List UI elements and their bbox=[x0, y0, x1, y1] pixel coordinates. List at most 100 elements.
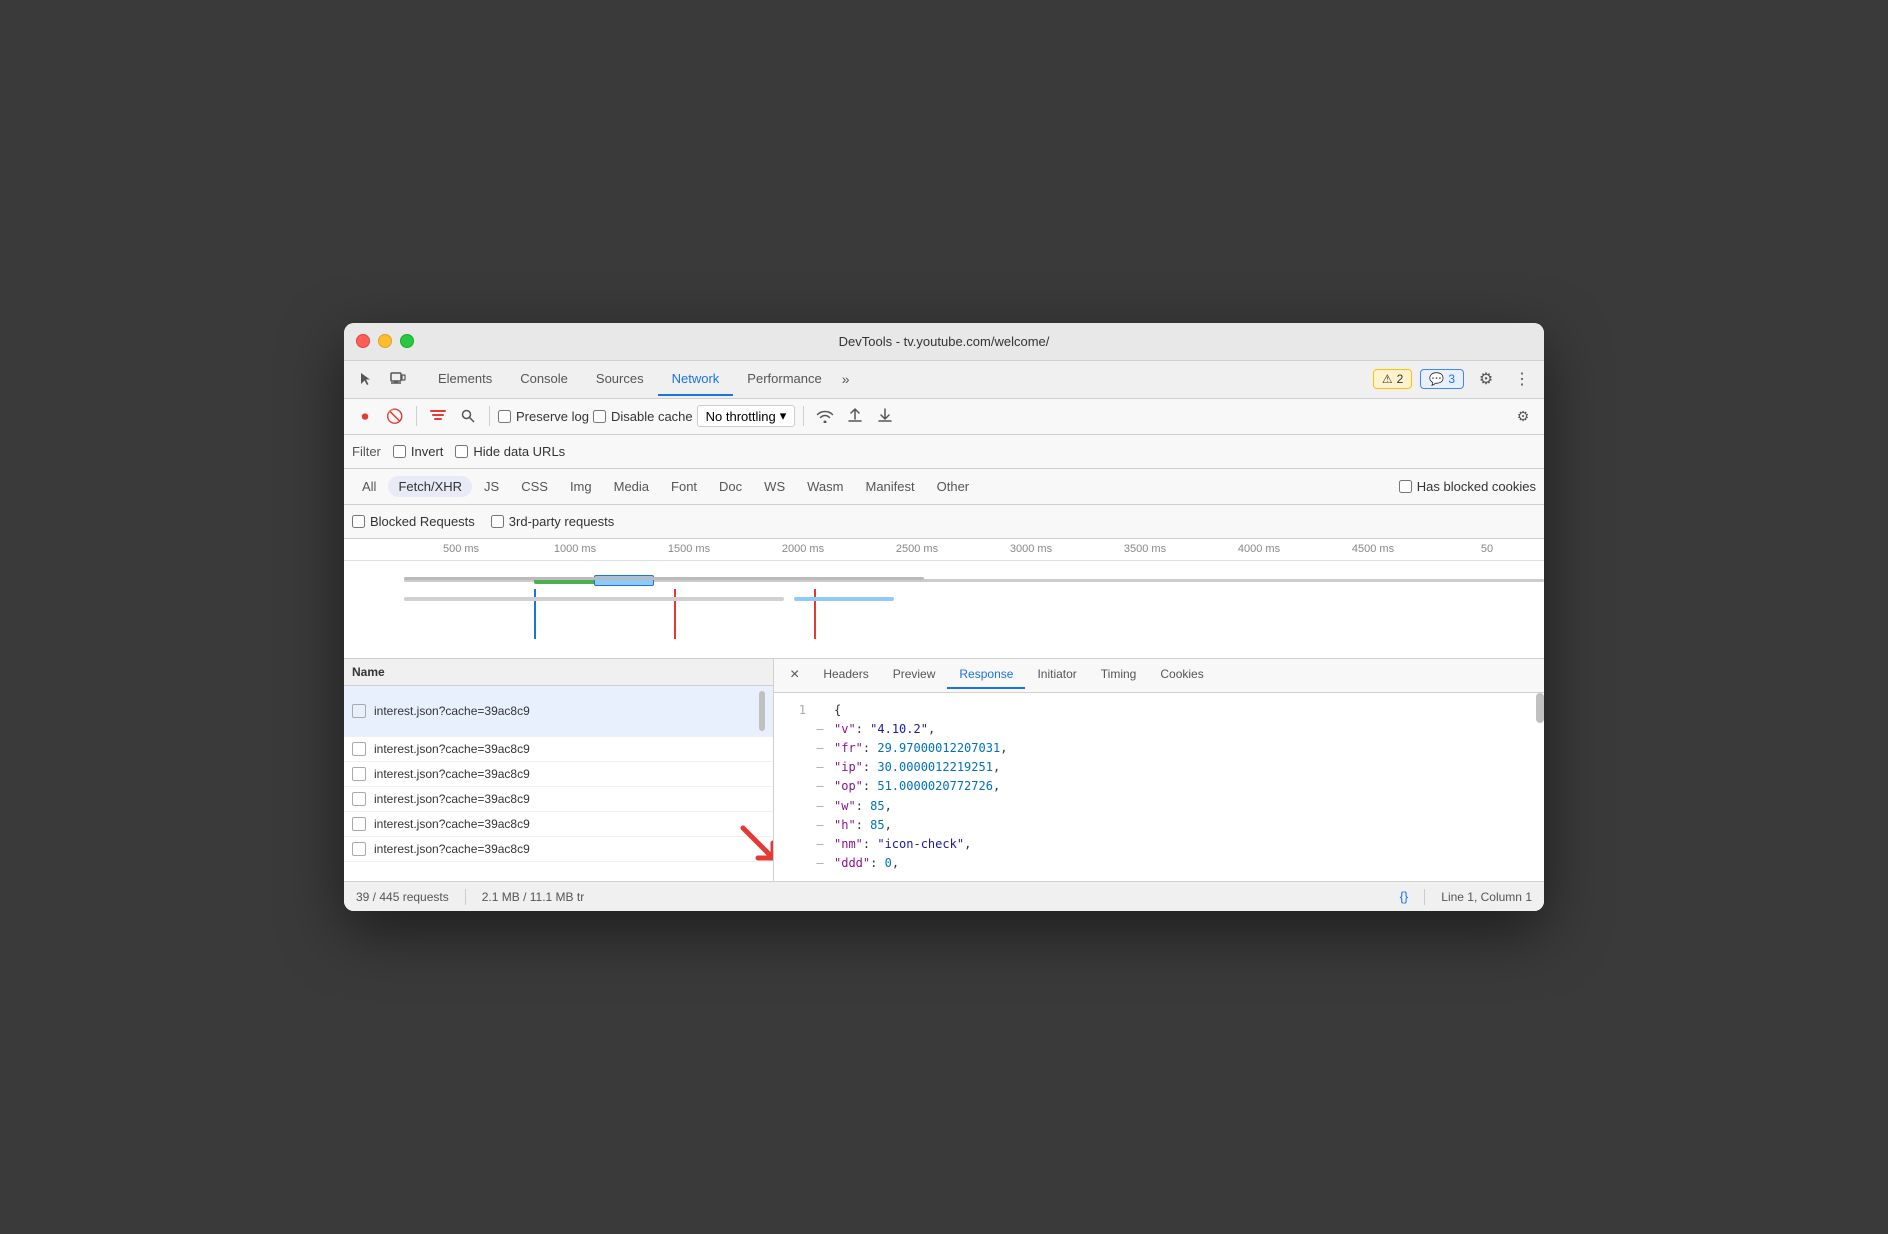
message-count: 3 bbox=[1448, 372, 1455, 386]
throttle-select[interactable]: No throttling ▾ bbox=[697, 405, 796, 427]
devtools-window: DevTools - tv.youtube.com/welcome/ bbox=[344, 323, 1544, 912]
filter-img[interactable]: Img bbox=[560, 476, 602, 497]
close-button[interactable] bbox=[356, 334, 370, 348]
code-line-h: – "h": 85, bbox=[786, 816, 1532, 835]
timeline-area[interactable]: 500 ms 1000 ms 1500 ms 2000 ms 2500 ms 3… bbox=[344, 539, 1544, 659]
file-checkbox-2[interactable] bbox=[352, 767, 366, 781]
code-line-1: 1 { bbox=[786, 701, 1532, 720]
third-party-checkbox[interactable]: 3rd-party requests bbox=[491, 514, 615, 529]
detail-tab-timing[interactable]: Timing bbox=[1089, 661, 1149, 689]
more-options-button[interactable]: ⋮ bbox=[1508, 365, 1536, 393]
warning-icon: ⚠ bbox=[1382, 372, 1393, 386]
filter-wasm[interactable]: Wasm bbox=[797, 476, 853, 497]
file-item-4[interactable]: interest.json?cache=39ac8c9 bbox=[344, 812, 773, 837]
upload-button[interactable] bbox=[842, 403, 868, 429]
file-list: Name interest.json?cache=39ac8c9 interes… bbox=[344, 659, 774, 882]
detail-tab-headers[interactable]: Headers bbox=[811, 661, 880, 689]
tab-performance[interactable]: Performance bbox=[733, 363, 835, 396]
tab-elements[interactable]: Elements bbox=[424, 363, 506, 396]
invert-input[interactable] bbox=[393, 445, 406, 458]
code-line-fr: – "fr": 29.97000012207031, bbox=[786, 739, 1532, 758]
wifi-button[interactable] bbox=[812, 403, 838, 429]
preserve-log-checkbox[interactable]: Preserve log bbox=[498, 409, 589, 424]
window-title: DevTools - tv.youtube.com/welcome/ bbox=[839, 334, 1050, 349]
maximize-button[interactable] bbox=[400, 334, 414, 348]
tab-console[interactable]: Console bbox=[506, 363, 582, 396]
response-content: 1 { – "v": "4.10.2", – "fr": 29.97000012… bbox=[774, 693, 1544, 882]
filter-css[interactable]: CSS bbox=[511, 476, 558, 497]
minimize-button[interactable] bbox=[378, 334, 392, 348]
tab-network[interactable]: Network bbox=[658, 363, 734, 396]
blocked-requests-input[interactable] bbox=[352, 515, 365, 528]
filter-ws[interactable]: WS bbox=[754, 476, 795, 497]
file-item-1[interactable]: interest.json?cache=39ac8c9 bbox=[344, 737, 773, 762]
network-toolbar: ⏺ 🚫 Preserve log Disable ca bbox=[344, 399, 1544, 435]
detail-tab-response[interactable]: Response bbox=[947, 661, 1025, 689]
filter-all[interactable]: All bbox=[352, 476, 386, 497]
file-item-3[interactable]: interest.json?cache=39ac8c9 bbox=[344, 787, 773, 812]
device-icon-btn[interactable] bbox=[384, 365, 412, 393]
filter-doc[interactable]: Doc bbox=[709, 476, 752, 497]
hide-data-urls-input[interactable] bbox=[455, 445, 468, 458]
hide-data-urls-checkbox[interactable]: Hide data URLs bbox=[455, 444, 565, 459]
filter-types-bar: All Fetch/XHR JS CSS Img Media Font Doc … bbox=[344, 469, 1544, 505]
disable-cache-input[interactable] bbox=[593, 410, 606, 423]
scrollbar-thumb[interactable] bbox=[1536, 693, 1544, 723]
tab-sources[interactable]: Sources bbox=[582, 363, 658, 396]
timeline-ruler: 500 ms 1000 ms 1500 ms 2000 ms 2500 ms 3… bbox=[344, 539, 1544, 561]
filter-fetch-xhr[interactable]: Fetch/XHR bbox=[388, 476, 472, 497]
has-blocked-cookies-checkbox[interactable]: Has blocked cookies bbox=[1399, 479, 1536, 494]
message-icon: 💬 bbox=[1429, 372, 1444, 386]
title-bar: DevTools - tv.youtube.com/welcome/ bbox=[344, 323, 1544, 361]
cursor-icon-btn[interactable] bbox=[352, 365, 380, 393]
search-button[interactable] bbox=[455, 403, 481, 429]
file-item-2[interactable]: interest.json?cache=39ac8c9 bbox=[344, 762, 773, 787]
file-checkbox-4[interactable] bbox=[352, 817, 366, 831]
settings-button[interactable]: ⚙ bbox=[1472, 365, 1500, 393]
filter-js[interactable]: JS bbox=[474, 476, 509, 497]
file-checkbox-5[interactable] bbox=[352, 842, 366, 856]
detail-tab-cookies[interactable]: Cookies bbox=[1148, 661, 1215, 689]
status-divider-1 bbox=[465, 889, 466, 905]
timeline-chart bbox=[344, 561, 1544, 656]
tick-1000: 1000 ms bbox=[518, 543, 632, 560]
has-blocked-cookies-input[interactable] bbox=[1399, 480, 1412, 493]
tick-2500: 2500 ms bbox=[860, 543, 974, 560]
clear-button[interactable]: 🚫 bbox=[382, 403, 408, 429]
request-count: 39 / 445 requests bbox=[356, 890, 449, 904]
toolbar-divider-3 bbox=[803, 406, 804, 426]
tab-more-btn[interactable]: » bbox=[836, 363, 856, 395]
file-item-0[interactable]: interest.json?cache=39ac8c9 bbox=[344, 686, 773, 737]
code-line-w: – "w": 85, bbox=[786, 797, 1532, 816]
filter-font[interactable]: Font bbox=[661, 476, 707, 497]
scroll-indicator bbox=[759, 691, 765, 731]
file-list-header: Name bbox=[344, 659, 773, 686]
file-checkbox-3[interactable] bbox=[352, 792, 366, 806]
format-button[interactable]: {} bbox=[1400, 889, 1409, 904]
detail-tab-initiator[interactable]: Initiator bbox=[1025, 661, 1088, 689]
file-item-5[interactable]: interest.json?cache=39ac8c9 bbox=[344, 837, 773, 862]
filter-media[interactable]: Media bbox=[604, 476, 659, 497]
detail-tab-preview[interactable]: Preview bbox=[881, 661, 948, 689]
settings-gear-btn[interactable]: ⚙ bbox=[1510, 403, 1536, 429]
file-name-3: interest.json?cache=39ac8c9 bbox=[374, 792, 765, 806]
download-button[interactable] bbox=[872, 403, 898, 429]
filter-other[interactable]: Other bbox=[927, 476, 980, 497]
filter-manifest[interactable]: Manifest bbox=[855, 476, 924, 497]
code-line-ddd: – "ddd": 0, bbox=[786, 854, 1532, 873]
file-name-5: interest.json?cache=39ac8c9 bbox=[374, 842, 765, 856]
warning-badge[interactable]: ⚠ 2 bbox=[1373, 369, 1412, 389]
file-checkbox-0[interactable] bbox=[352, 704, 366, 718]
record-button[interactable]: ⏺ bbox=[352, 403, 378, 429]
tick-1500: 1500 ms bbox=[632, 543, 746, 560]
third-party-input[interactable] bbox=[491, 515, 504, 528]
invert-checkbox[interactable]: Invert bbox=[393, 444, 444, 459]
preserve-log-input[interactable] bbox=[498, 410, 511, 423]
file-checkbox-1[interactable] bbox=[352, 742, 366, 756]
tick-4000: 4000 ms bbox=[1202, 543, 1316, 560]
filter-button[interactable] bbox=[425, 403, 451, 429]
disable-cache-checkbox[interactable]: Disable cache bbox=[593, 409, 693, 424]
close-panel-button[interactable]: × bbox=[782, 666, 807, 684]
blocked-requests-checkbox[interactable]: Blocked Requests bbox=[352, 514, 475, 529]
message-badge[interactable]: 💬 3 bbox=[1420, 369, 1464, 389]
